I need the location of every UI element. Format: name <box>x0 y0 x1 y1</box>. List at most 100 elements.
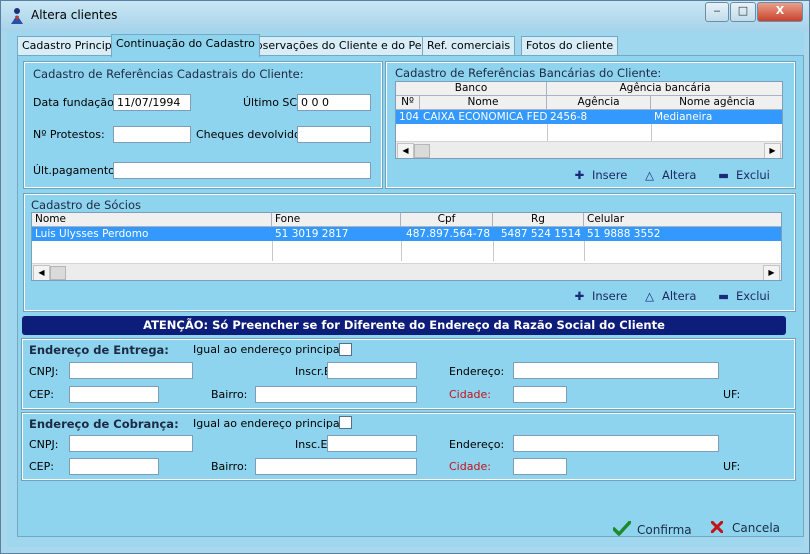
minus-icon: ▬ <box>718 168 729 182</box>
table-row[interactable]: 104 CAIXA ECONOMICA FED 2456-8 Medianeir… <box>396 110 782 124</box>
cobranca-inscr-input[interactable] <box>327 435 417 452</box>
entrega-endereco-label: Endereço: <box>449 365 505 378</box>
ref-cadastrais-group: Cadastro de Referências Cadastrais do Cl… <box>23 61 383 189</box>
cobranca-title: Endereço de Cobrança: <box>29 417 179 431</box>
cobranca-bairro-input[interactable] <box>255 458 417 475</box>
tab-panel: Cadastro de Referências Cadastrais do Cl… <box>17 55 804 537</box>
entrega-cnpj-input[interactable] <box>69 362 193 379</box>
entrega-cep-input[interactable] <box>69 386 159 403</box>
entrega-bairro-input[interactable] <box>255 386 417 403</box>
cobranca-endereco-input[interactable] <box>513 435 719 452</box>
cobranca-endereco-label: Endereço: <box>449 438 505 451</box>
entrega-igual-label: Igual ao endereço principal? <box>193 343 349 356</box>
cobranca-uf-label: UF: <box>723 460 741 473</box>
cobranca-igual-checkbox[interactable] <box>339 416 352 429</box>
bancos-hscrollbar[interactable]: ◀ ▶ <box>396 141 782 158</box>
socios-exclui-button[interactable]: ▬ Exclui <box>717 289 770 303</box>
app-person-icon <box>11 8 23 24</box>
col-header-nome[interactable]: Nome <box>420 96 547 110</box>
cheques-devolvidos-input[interactable] <box>297 126 371 143</box>
cell-rg: 5487 524 1514 <box>500 228 581 240</box>
socios-group: Cadastro de Sócios Nome Fone Cpf Rg Celu… <box>23 193 796 312</box>
cell-agencia: 2456-8 <box>550 111 588 123</box>
close-button[interactable]: X <box>757 2 803 22</box>
col-header-nome[interactable]: Nome <box>32 213 272 227</box>
altera-clientes-window: Altera clientes ‒ □ X Cadastro Principal… <box>0 0 810 554</box>
cobranca-cidade-input[interactable] <box>513 458 567 475</box>
protestos-input[interactable] <box>113 126 191 143</box>
entrega-bairro-label: Bairro: <box>211 388 248 401</box>
entrega-igual-checkbox[interactable] <box>339 343 352 356</box>
minus-icon: ▬ <box>718 289 729 303</box>
maximize-button[interactable]: □ <box>730 2 756 22</box>
cobranca-igual-label: Igual ao endereço principal? <box>193 417 349 430</box>
col-header-celular[interactable]: Celular <box>584 213 781 227</box>
triangle-icon: △ <box>645 168 654 182</box>
socios-title: Cadastro de Sócios <box>31 198 142 212</box>
socios-altera-button[interactable]: △ Altera <box>643 289 696 303</box>
scroll-thumb[interactable] <box>50 266 66 280</box>
grid-divider <box>493 241 494 261</box>
cell-nome-banco: CAIXA ECONOMICA FED <box>423 111 547 123</box>
cobranca-cnpj-input[interactable] <box>69 435 193 452</box>
grid-divider <box>401 241 402 261</box>
attention-banner: ATENÇÃO: Só Preencher se for Diferente d… <box>22 316 786 335</box>
protestos-label: Nº Protestos: <box>33 128 105 141</box>
tab-continuacao-cadastro[interactable]: Continuação do Cadastro <box>111 34 260 57</box>
grid-divider <box>584 241 585 261</box>
cell-cpf: 487.897.564-78 <box>406 228 490 240</box>
title-bar: Altera clientes ‒ □ X <box>1 1 809 31</box>
cobranca-cidade-label: Cidade: <box>449 460 491 473</box>
socios-grid[interactable]: Nome Fone Cpf Rg Celular Luis Ulysses Pe… <box>31 212 782 281</box>
scroll-left-icon[interactable]: ◀ <box>33 265 50 280</box>
entrega-endereco-input[interactable] <box>513 362 719 379</box>
col-header-fone[interactable]: Fone <box>272 213 401 227</box>
ultimo-sci-input[interactable]: 0 0 0 <box>297 94 371 111</box>
entrega-cidade-label: Cidade: <box>449 388 491 401</box>
cheques-devolvidos-label: Cheques devolvidos: <box>196 128 311 141</box>
endereco-entrega-group: Endereço de Entrega: Igual ao endereço p… <box>21 338 796 410</box>
col-header-numero[interactable]: Nº <box>396 96 420 110</box>
ultimo-sci-label: Último SCI: <box>243 96 305 109</box>
data-fundacao-input[interactable]: 11/07/1994 <box>113 94 191 111</box>
cobranca-bairro-label: Bairro: <box>211 460 248 473</box>
col-header-nome-agencia[interactable]: Nome agência <box>651 96 782 110</box>
tab-observacoes[interactable]: Observações do Cliente e do Pedido <box>242 36 451 56</box>
socios-hscrollbar[interactable]: ◀ ▶ <box>32 263 781 280</box>
entrega-cidade-input[interactable] <box>513 386 567 403</box>
client-area: Cadastro Principal Continuação do Cadast… <box>7 31 804 547</box>
data-fundacao-label: Data fundação: <box>33 96 118 109</box>
window-title: Altera clientes <box>31 8 118 22</box>
checkmark-icon <box>612 520 632 536</box>
confirma-button[interactable]: Confirma <box>612 520 692 537</box>
tab-fotos-cliente[interactable]: Fotos do cliente <box>521 36 619 56</box>
col-header-agencia[interactable]: Agência <box>547 96 651 110</box>
cobranca-cep-input[interactable] <box>69 458 159 475</box>
col-header-rg[interactable]: Rg <box>493 213 584 227</box>
bancos-exclui-button[interactable]: ▬ Exclui <box>717 168 770 182</box>
entrega-uf-label: UF: <box>723 388 741 401</box>
bancos-altera-button[interactable]: △ Altera <box>643 168 696 182</box>
entrega-inscr-input[interactable] <box>327 362 417 379</box>
cancela-button[interactable]: Cancela <box>710 520 780 535</box>
bancos-insere-button[interactable]: ✚ Insere <box>573 168 628 182</box>
col-header-cpf[interactable]: Cpf <box>401 213 493 227</box>
agencia-group-header: Agência bancária <box>547 82 782 96</box>
ult-pagamentos-input[interactable] <box>113 162 371 179</box>
scroll-left-icon[interactable]: ◀ <box>397 143 414 158</box>
minimize-button[interactable]: ‒ <box>705 2 729 22</box>
grid-divider <box>547 124 548 141</box>
cobranca-cep-label: CEP: <box>29 460 54 473</box>
table-row[interactable]: Luis Ulysses Perdomo 51 3019 2817 487.89… <box>32 227 781 241</box>
bancos-grid[interactable]: Banco Agência bancária Nº Nome Agência N… <box>395 81 783 159</box>
cell-numero: 104 <box>399 111 420 123</box>
socios-insere-button[interactable]: ✚ Insere <box>573 289 628 303</box>
scroll-right-icon[interactable]: ▶ <box>764 143 781 158</box>
cell-nome-socio: Luis Ulysses Perdomo <box>35 228 149 240</box>
scroll-thumb[interactable] <box>414 144 430 158</box>
entrega-title: Endereço de Entrega: <box>29 343 169 357</box>
tab-ref-comerciais[interactable]: Ref. comerciais <box>422 36 516 56</box>
entrega-cnpj-label: CNPJ: <box>29 365 59 378</box>
scroll-right-icon[interactable]: ▶ <box>763 265 780 280</box>
x-icon <box>710 520 724 534</box>
